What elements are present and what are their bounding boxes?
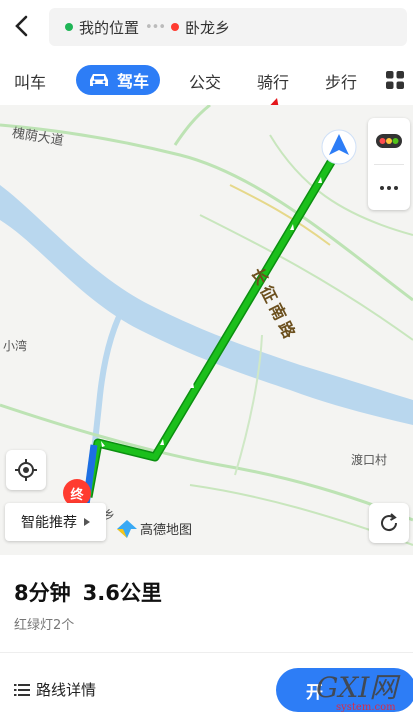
smart-recommend-button[interactable]: 智能推荐	[5, 503, 106, 541]
traffic-lights-count: 红绿灯2个	[14, 618, 75, 633]
more-options-icon[interactable]	[379, 185, 399, 191]
divider	[374, 164, 404, 165]
navigation-arrow-icon	[321, 129, 357, 165]
tab-drive-label: 驾车	[116, 72, 149, 91]
destination-text[interactable]: 卧龙乡	[185, 17, 230, 38]
origin-dot-icon	[65, 23, 73, 31]
map-label-village: 渡口村	[351, 453, 388, 467]
car-icon	[89, 74, 108, 86]
destination-dot-icon	[171, 23, 180, 31]
travel-mode-tabs: 叫车 驾车 公交 骑行 步行	[0, 55, 413, 105]
duration: 8分钟	[14, 581, 71, 605]
amap-logo: 高德地图	[117, 519, 192, 538]
play-arrow-icon	[84, 518, 90, 526]
tab-taxi[interactable]: 叫车	[14, 69, 46, 93]
smart-recommend-label: 智能推荐	[21, 515, 77, 531]
origin-text[interactable]: 我的位置	[79, 17, 139, 38]
refresh-icon	[381, 513, 398, 532]
amap-logo-icon	[117, 519, 137, 538]
watermark-site: system.com	[336, 702, 396, 713]
back-button[interactable]	[8, 10, 34, 42]
top-bar: 我的位置 ••• 卧龙乡	[0, 0, 413, 55]
watermark-brand: GXI网	[316, 671, 398, 704]
list-icon	[14, 683, 30, 696]
watermark: GXI网 system.com	[316, 666, 413, 719]
tab-drive[interactable]: 驾车	[76, 65, 160, 95]
traffic-light-icon[interactable]	[376, 134, 402, 148]
divider	[0, 652, 413, 653]
distance: 3.6公里	[82, 581, 162, 605]
map-base	[0, 105, 413, 546]
refresh-button[interactable]	[369, 503, 409, 543]
locate-icon	[15, 459, 37, 481]
route-details-button[interactable]: 路线详情	[14, 679, 96, 700]
locate-button[interactable]	[6, 450, 46, 490]
route-details-label: 路线详情	[36, 681, 97, 699]
map-view[interactable]: 槐荫大道 小湾 渡口村 乡 长征南路 终 智能推荐 高德地图	[0, 105, 413, 555]
separator-dots-icon: •••	[145, 19, 166, 35]
tab-walk[interactable]: 步行	[325, 69, 357, 93]
grid-icon	[386, 71, 404, 89]
route-summary: 8分钟 3.6公里	[14, 577, 174, 607]
tab-bus[interactable]: 公交	[189, 69, 221, 93]
amap-logo-text: 高德地图	[140, 523, 193, 538]
more-modes-button[interactable]	[386, 71, 404, 93]
chevron-left-icon	[15, 15, 28, 37]
map-label-place: 小湾	[3, 339, 28, 353]
tab-cycling[interactable]: 骑行	[257, 69, 289, 93]
route-input-box[interactable]: 我的位置 ••• 卧龙乡	[49, 8, 407, 46]
map-controls	[368, 118, 410, 210]
